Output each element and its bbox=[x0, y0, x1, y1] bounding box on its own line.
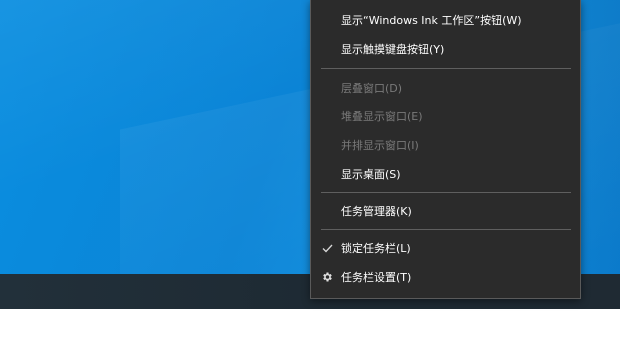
menu-item-label: 任务栏设置(T) bbox=[341, 271, 412, 284]
menu-item-label: 堆叠显示窗口(E) bbox=[341, 110, 423, 123]
menu-item-show-touch-keyboard-button[interactable]: 显示触摸键盘按钮(Y) bbox=[311, 35, 580, 63]
menu-separator bbox=[321, 68, 571, 69]
menu-separator bbox=[321, 192, 571, 193]
menu-item-label: 任务管理器(K) bbox=[341, 205, 412, 218]
menu-item-task-manager[interactable]: 任务管理器(K) bbox=[311, 197, 580, 225]
taskbar-context-menu: 显示“Windows Ink 工作区”按钮(W) 显示触摸键盘按钮(Y) 层叠窗… bbox=[310, 0, 581, 299]
menu-item-label: 显示触摸键盘按钮(Y) bbox=[341, 43, 445, 56]
checkmark-icon bbox=[320, 234, 334, 262]
menu-item-taskbar-settings[interactable]: 任务栏设置(T) bbox=[311, 263, 580, 291]
menu-item-show-desktop[interactable]: 显示桌面(S) bbox=[311, 160, 580, 188]
menu-item-show-windows-ink-button[interactable]: 显示“Windows Ink 工作区”按钮(W) bbox=[311, 6, 580, 34]
menu-item-label: 层叠窗口(D) bbox=[341, 82, 403, 95]
menu-item-label: 锁定任务栏(L) bbox=[341, 242, 411, 255]
menu-item-label: 显示桌面(S) bbox=[341, 168, 401, 181]
menu-separator bbox=[321, 229, 571, 230]
menu-item-lock-taskbar[interactable]: 锁定任务栏(L) bbox=[311, 234, 580, 262]
menu-item-cascade-windows: 层叠窗口(D) bbox=[311, 74, 580, 102]
gear-icon bbox=[320, 263, 334, 291]
menu-item-stack-windows: 堆叠显示窗口(E) bbox=[311, 102, 580, 130]
menu-item-side-by-side-windows: 并排显示窗口(I) bbox=[311, 131, 580, 159]
menu-item-label: 并排显示窗口(I) bbox=[341, 139, 419, 152]
menu-item-label: 显示“Windows Ink 工作区”按钮(W) bbox=[341, 14, 522, 27]
